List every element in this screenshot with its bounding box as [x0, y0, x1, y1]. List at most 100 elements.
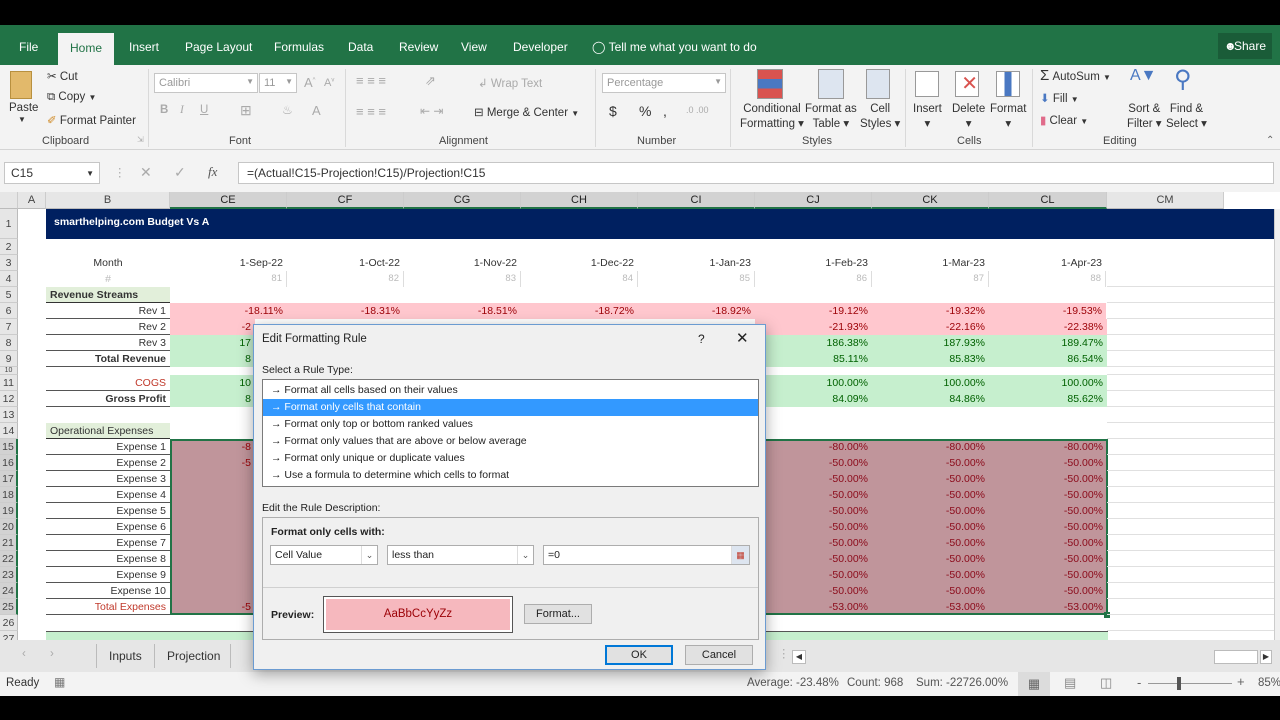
month-header[interactable]: 1-Apr-23 [989, 255, 1106, 271]
row-header-27[interactable]: 27 [0, 631, 18, 640]
rule-type-option[interactable]: → Use a formula to determine which cells… [263, 467, 758, 484]
month-header[interactable]: 1-Jan-23 [638, 255, 755, 271]
conditional-formatting-button[interactable]: Conditional Formatting ▾ [740, 102, 804, 132]
find-select-button[interactable]: Find & Select ▾ [1166, 102, 1207, 132]
gross_profit-value[interactable]: 85.62% [989, 391, 1107, 407]
partial-cell[interactable] [170, 487, 255, 503]
row-label[interactable]: Expense 2 [46, 455, 170, 471]
share-button[interactable]: ☻ Share [1218, 33, 1272, 59]
bold-button[interactable]: B [160, 104, 168, 116]
comma-button[interactable]: , [663, 103, 667, 119]
row-label[interactable]: COGS [46, 375, 170, 391]
section-operational-expenses[interactable]: Operational Expenses [46, 423, 170, 439]
row-label[interactable]: Expense 3 [46, 471, 170, 487]
paste-dropdown-arrow[interactable]: ▼ [18, 115, 26, 124]
row-header-15[interactable]: 15 [0, 439, 18, 455]
scroll-right-button[interactable]: ▶ [1260, 650, 1272, 664]
column-header-cf[interactable]: CF [287, 192, 404, 209]
row-header-6[interactable]: 6 [0, 303, 18, 319]
expense-value[interactable]: -80.00% [989, 439, 1107, 455]
operator-select[interactable]: less than ⌄ [387, 545, 534, 565]
name-box[interactable]: C15 ▼ [4, 162, 100, 184]
expense-value[interactable]: -53.00% [755, 599, 872, 615]
decrease-font-icon[interactable]: Av [324, 77, 334, 89]
next-sheet-icon[interactable]: › [50, 648, 54, 660]
sheet-title-bar[interactable]: smarthelping.com Budget Vs A [46, 209, 1274, 239]
row-header-4[interactable]: 4 [0, 271, 18, 287]
normal-view-icon[interactable]: ▦ [1018, 672, 1050, 696]
row-header-1[interactable]: 1 [0, 209, 18, 239]
partial-cell[interactable]: -5 [170, 599, 255, 615]
insert-function-icon[interactable]: fx [208, 164, 217, 180]
row-header-23[interactable]: 23 [0, 567, 18, 583]
month-number[interactable]: 88 [989, 271, 1106, 287]
wrap-text-button[interactable]: ↲ Wrap Text [478, 76, 542, 90]
value-input[interactable]: =0 ▦ [543, 545, 750, 565]
expense-value[interactable]: -50.00% [872, 503, 989, 519]
fill-button[interactable]: ⬇ Fill ▼ [1040, 91, 1079, 105]
row-label[interactable]: Total Expenses [46, 599, 170, 615]
expense-value[interactable]: -50.00% [989, 471, 1107, 487]
tab-page-layout[interactable]: Page Layout [176, 25, 261, 65]
tab-data[interactable]: Data [339, 25, 382, 65]
expense-value[interactable]: -50.00% [872, 583, 989, 599]
rev1-value[interactable]: -18.31% [287, 303, 404, 319]
expense-value[interactable]: -80.00% [755, 439, 872, 455]
paste-button[interactable]: Paste [9, 102, 38, 114]
row-header-2[interactable]: 2 [0, 239, 18, 255]
column-header-cl[interactable]: CL [989, 192, 1107, 209]
partial-cell[interactable]: -2 [170, 319, 255, 335]
rev1-value[interactable]: -18.92% [638, 303, 755, 319]
cogs-value[interactable]: 100.00% [989, 375, 1107, 391]
tab-split-handle[interactable]: ⋮ [778, 646, 790, 660]
collapse-ribbon-icon[interactable]: ⌃ [1266, 135, 1274, 146]
orientation-icon[interactable]: ⇗ [425, 73, 436, 89]
tab-home[interactable]: Home [58, 33, 114, 65]
rev3-value[interactable]: 189.47% [989, 335, 1107, 351]
row-label[interactable]: Gross Profit [46, 391, 170, 407]
month-number[interactable]: 87 [872, 271, 989, 287]
expense-value[interactable]: -80.00% [872, 439, 989, 455]
partial-cell[interactable]: -8 [170, 439, 255, 455]
expense-value[interactable]: -50.00% [989, 567, 1107, 583]
cancel-button[interactable]: Cancel [685, 645, 753, 665]
partial-cell[interactable] [170, 471, 255, 487]
font-name-box[interactable]: Calibri ▼ [154, 73, 258, 93]
month-header[interactable]: 1-Nov-22 [404, 255, 521, 271]
hash-label[interactable]: # [46, 271, 170, 287]
row-header-18[interactable]: 18 [0, 487, 18, 503]
column-header-b[interactable]: B [46, 192, 170, 209]
scroll-left-button[interactable]: ◀ [792, 650, 806, 664]
underline-button[interactable]: U [200, 104, 208, 116]
expense-value[interactable]: -50.00% [872, 455, 989, 471]
prev-sheet-icon[interactable]: ‹ [22, 648, 26, 660]
column-header-ci[interactable]: CI [638, 192, 755, 209]
select-all-corner[interactable] [0, 192, 18, 209]
page-break-view-icon[interactable]: ◫ [1100, 675, 1112, 691]
row-header-12[interactable]: 12 [0, 391, 18, 407]
column-header-cm[interactable]: CM [1107, 192, 1224, 209]
row-header-17[interactable]: 17 [0, 471, 18, 487]
increase-font-icon[interactable]: A^ [304, 75, 316, 90]
month-header[interactable]: 1-Mar-23 [872, 255, 989, 271]
expense-value[interactable]: -50.00% [755, 487, 872, 503]
row-header-19[interactable]: 19 [0, 503, 18, 519]
row-header-11[interactable]: 11 [0, 375, 18, 391]
format-button[interactable]: Format... [524, 604, 592, 624]
month-number[interactable]: 83 [404, 271, 521, 287]
month-header[interactable]: 1-Sep-22 [170, 255, 287, 271]
borders-icon[interactable]: ⊞ [240, 102, 252, 119]
partial-cell[interactable] [170, 535, 255, 551]
total_revenue-value[interactable]: 86.54% [989, 351, 1107, 367]
month-label[interactable]: Month [46, 255, 170, 271]
font-size-box[interactable]: 11 ▼ [259, 73, 297, 93]
expense-value[interactable]: -50.00% [872, 519, 989, 535]
cut-button[interactable]: ✂ Cut [47, 69, 78, 83]
total_revenue-value[interactable]: 85.83% [872, 351, 989, 367]
horizontal-scrollbar-thumb[interactable] [1214, 650, 1258, 664]
clear-button[interactable]: ▮ Clear ▼ [1040, 113, 1088, 127]
range-picker-icon[interactable]: ▦ [731, 546, 749, 564]
row-header-10[interactable]: 10 [0, 367, 18, 375]
tab-developer[interactable]: Developer [504, 25, 577, 65]
row-label[interactable]: Expense 8 [46, 551, 170, 567]
